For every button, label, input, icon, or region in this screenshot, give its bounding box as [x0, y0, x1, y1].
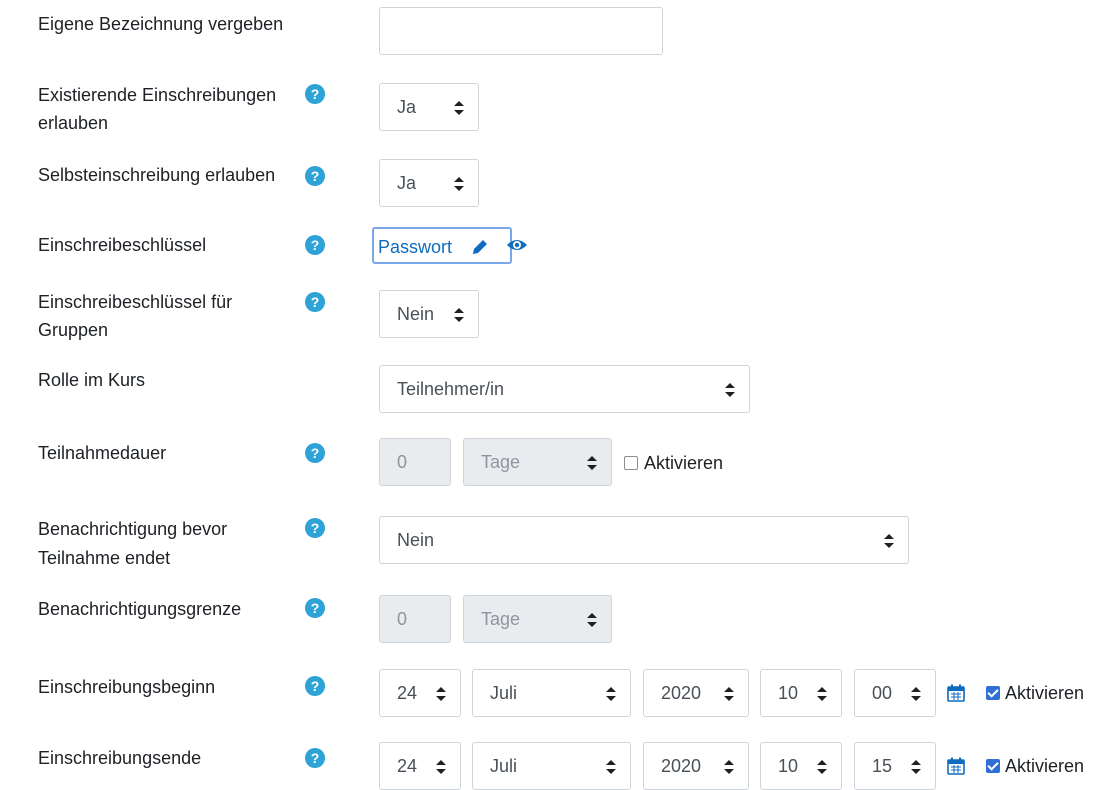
label-group-key-line1: Einschreibeschlüssel für: [38, 292, 233, 312]
question-circle-icon[interactable]: ?: [305, 166, 325, 186]
enrolment-key-value[interactable]: Passwort: [378, 235, 452, 259]
notify-value: Nein: [397, 530, 435, 550]
calendar-icon[interactable]: [947, 684, 965, 702]
label-enrolment-key: Einschreibeschlüssel: [38, 235, 207, 255]
sort-arrows-icon: [454, 84, 464, 130]
start-hour-select[interactable]: 10: [760, 669, 842, 717]
sort-arrows-icon: [606, 670, 616, 716]
question-circle-icon[interactable]: ?: [305, 443, 325, 463]
start-hour-value: 10: [778, 683, 799, 703]
threshold-unit-select: Tage: [463, 595, 612, 643]
end-hour-select[interactable]: 10: [760, 742, 842, 790]
self-enrolment-select[interactable]: Ja: [379, 159, 479, 207]
self-enrolment-value: Ja: [397, 173, 417, 193]
duration-number-value: 0: [397, 452, 408, 472]
threshold-number-value: 0: [397, 609, 408, 629]
label-existing-enrolments-line1: Existierende Einschreibungen: [38, 85, 277, 105]
label-course-role: Rolle im Kurs: [38, 370, 146, 390]
end-enable-label[interactable]: Aktivieren: [1005, 753, 1084, 779]
sort-arrows-icon: [884, 517, 894, 563]
sort-arrows-icon: [436, 743, 446, 789]
end-enable-checkbox[interactable]: [986, 759, 1000, 773]
sort-arrows-icon: [454, 291, 464, 337]
question-circle-icon[interactable]: ?: [305, 598, 325, 618]
custom-name-input[interactable]: [379, 7, 663, 55]
start-enable-checkbox[interactable]: [986, 686, 1000, 700]
existing-enrolments-select[interactable]: Ja: [379, 83, 479, 131]
question-circle-icon[interactable]: ?: [305, 84, 325, 104]
end-day-value: 24: [397, 756, 418, 776]
question-circle-icon[interactable]: ?: [305, 292, 325, 312]
label-existing-enrolments-line2: erlauben: [38, 113, 109, 133]
sort-arrows-icon: [911, 743, 921, 789]
start-year-select[interactable]: 2020: [643, 669, 749, 717]
end-month-value: Juli: [490, 756, 518, 776]
duration-enable-label[interactable]: Aktivieren: [644, 450, 723, 476]
end-month-select[interactable]: Juli: [472, 742, 631, 790]
end-year-select[interactable]: 2020: [643, 742, 749, 790]
start-day-value: 24: [397, 683, 418, 703]
notify-select[interactable]: Nein: [379, 516, 909, 564]
sort-arrows-icon: [587, 439, 597, 485]
start-year-value: 2020: [661, 683, 702, 703]
start-month-select[interactable]: Juli: [472, 669, 631, 717]
sort-arrows-icon: [817, 670, 827, 716]
threshold-unit-value: Tage: [481, 609, 521, 629]
label-notify-threshold: Benachrichtigungsgrenze: [38, 599, 242, 619]
sort-arrows-icon: [724, 743, 734, 789]
sort-arrows-icon: [436, 670, 446, 716]
label-enrolment-duration: Teilnahmedauer: [38, 443, 167, 463]
course-role-select[interactable]: Teilnehmer/in: [379, 365, 750, 413]
sort-arrows-icon: [817, 743, 827, 789]
start-minute-value: 00: [872, 683, 893, 703]
start-day-select[interactable]: 24: [379, 669, 461, 717]
start-month-value: Juli: [490, 683, 518, 703]
label-enrolment-end: Einschreibungsende: [38, 748, 202, 768]
question-circle-icon[interactable]: ?: [305, 235, 325, 255]
start-enable-label[interactable]: Aktivieren: [1005, 680, 1084, 706]
threshold-number-input: 0: [379, 595, 451, 643]
sort-arrows-icon: [454, 160, 464, 206]
end-hour-value: 10: [778, 756, 799, 776]
sort-arrows-icon: [911, 670, 921, 716]
start-minute-select[interactable]: 00: [854, 669, 936, 717]
label-notify-line1: Benachrichtigung bevor: [38, 519, 228, 539]
label-enrolment-start: Einschreibungsbeginn: [38, 677, 216, 697]
sort-arrows-icon: [606, 743, 616, 789]
label-self-enrolment: Selbsteinschreibung erlauben: [38, 165, 276, 185]
enrolment-key-edit-area[interactable]: Passwort: [372, 227, 512, 264]
eye-icon[interactable]: [506, 236, 528, 254]
group-key-select[interactable]: Nein: [379, 290, 479, 338]
duration-unit-select: Tage: [463, 438, 612, 486]
pencil-icon[interactable]: [470, 237, 490, 257]
duration-number-input: 0: [379, 438, 451, 486]
group-key-value: Nein: [397, 304, 435, 324]
question-circle-icon[interactable]: ?: [305, 518, 325, 538]
end-minute-select[interactable]: 15: [854, 742, 936, 790]
end-day-select[interactable]: 24: [379, 742, 461, 790]
label-notify-line2: Teilnahme endet: [38, 548, 171, 568]
question-circle-icon[interactable]: ?: [305, 748, 325, 768]
duration-enable-checkbox[interactable]: [624, 456, 638, 470]
end-minute-value: 15: [872, 756, 893, 776]
duration-unit-value: Tage: [481, 452, 521, 472]
label-custom-name: Eigene Bezeichnung vergeben: [38, 14, 284, 34]
label-group-key-line2: Gruppen: [38, 320, 109, 340]
course-role-value: Teilnehmer/in: [397, 379, 505, 399]
calendar-icon[interactable]: [947, 757, 965, 775]
end-year-value: 2020: [661, 756, 702, 776]
sort-arrows-icon: [724, 670, 734, 716]
sort-arrows-icon: [587, 596, 597, 642]
sort-arrows-icon: [725, 366, 735, 412]
existing-enrolments-value: Ja: [397, 97, 417, 117]
question-circle-icon[interactable]: ?: [305, 676, 325, 696]
